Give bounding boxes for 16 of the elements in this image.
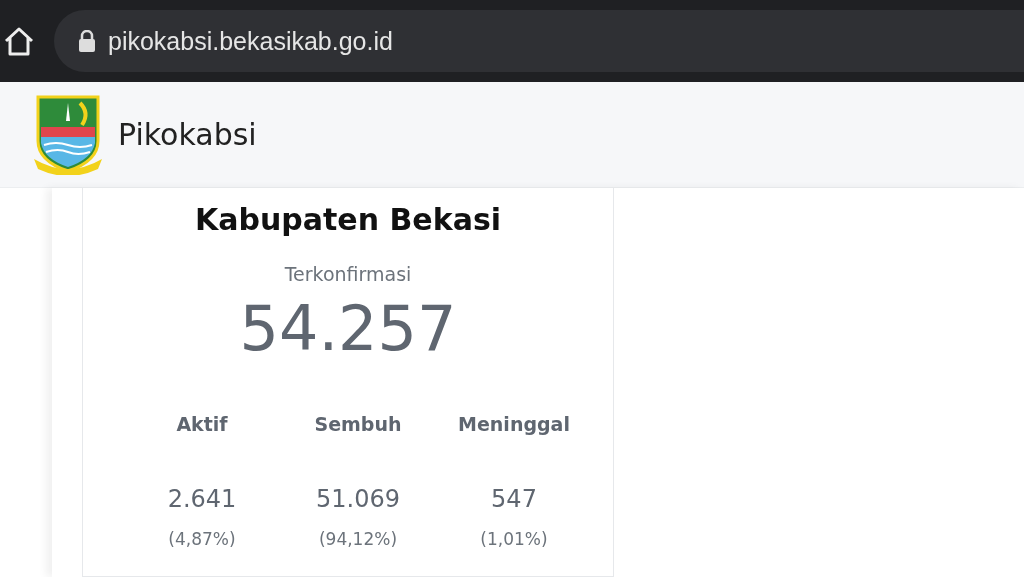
region-title: Kabupaten Bekasi (194, 202, 502, 237)
stat-value: 2.641 (167, 485, 237, 514)
stat-percent: (94,12%) (318, 529, 398, 550)
confirmed-label: Terkonfirmasi (284, 263, 412, 285)
lock-icon (78, 30, 96, 52)
stat-value: 51.069 (316, 485, 400, 514)
site-title: Pikokabsi (118, 117, 257, 152)
stat-label: Aktif (176, 413, 228, 436)
stat-percent: (1,01%) (480, 529, 548, 550)
stat-label: Sembuh (314, 413, 402, 436)
address-bar[interactable]: pikokabsi.bekasikab.go.id (54, 10, 1024, 72)
stat-percent: (4,87%) (168, 529, 236, 550)
url-text: pikokabsi.bekasikab.go.id (108, 26, 393, 56)
stat-value: 547 (491, 485, 537, 514)
stat-label: Meninggal (458, 413, 570, 436)
confirmed-value: 54.257 (239, 295, 457, 364)
